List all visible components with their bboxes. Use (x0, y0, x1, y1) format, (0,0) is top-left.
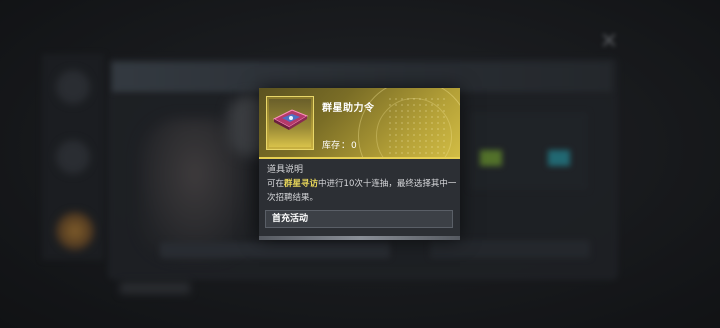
item-name: 群星助力令 (322, 103, 375, 114)
source-button[interactable]: 首充活动 (265, 210, 453, 228)
item-detail-card: 群星助力令 库存：0 道具说明 可在群星寻访中进行10次十连抽，最终选择其中一次… (259, 88, 460, 240)
description-text: 可在群星寻访中进行10次十连抽，最终选择其中一次招聘结果。 (267, 177, 457, 205)
description-highlight-link: 群星寻访 (284, 179, 319, 189)
header-divider (259, 157, 460, 159)
description-title: 道具说明 (267, 165, 304, 175)
star-token-icon (272, 109, 309, 130)
decorative-dots (387, 96, 447, 156)
description-text-before: 可在 (267, 179, 285, 189)
item-header: 群星助力令 库存：0 (259, 88, 460, 158)
card-bottom-border (259, 236, 460, 240)
stock-value: 0 (351, 141, 357, 151)
item-icon-frame (266, 96, 314, 150)
item-stock: 库存：0 (322, 138, 357, 151)
stock-separator: ： (341, 141, 351, 151)
stock-label: 库存 (322, 141, 341, 151)
